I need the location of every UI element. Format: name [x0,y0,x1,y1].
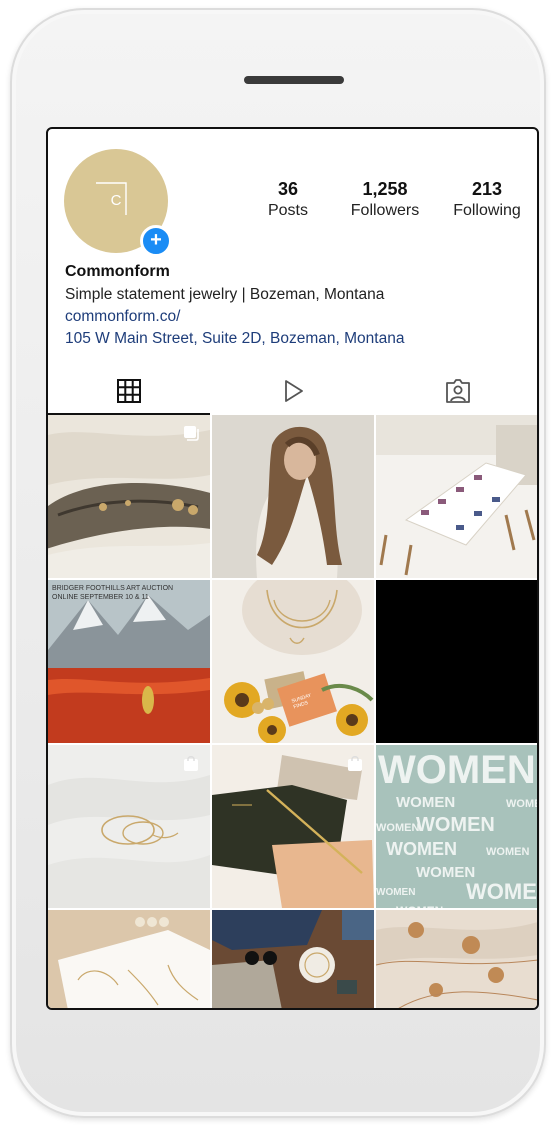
tab-posts-grid[interactable] [48,369,210,415]
women-row-text: WOMEN [466,879,538,904]
profile-username: Commonform [65,263,170,280]
post-tile-workshop-table[interactable] [376,415,537,578]
post-tile-art-auction-poster[interactable]: BRIDGER FOOTHILLS ART AUCTION ONLINE SEP… [48,580,210,743]
following-stat[interactable]: 213 Following [438,179,536,220]
following-count: 213 [471,179,503,199]
grid-icon [117,379,141,403]
posts-count: 36 [277,179,299,199]
women-row-text: WOMEN [376,887,415,898]
women-row-text: WOMEN [416,814,495,836]
women-row-text: WOMEN [376,822,419,834]
profile-bio-text: Simple statement jewelry | Bozeman, Mont… [65,286,385,303]
tab-reels[interactable] [212,369,374,415]
post-tile-women-typography[interactable]: WOMEN WOMENWOMENWOMENWOMENWOMENWOMENWOME… [376,745,538,908]
phone-frame: C + 36 Posts 1,258 Followers 213 Followi… [10,8,546,1118]
post-tile-gold-ring-earrings[interactable] [48,745,210,908]
shopping-bag-icon [184,756,198,771]
post-tile-woman-portrait[interactable] [212,415,374,578]
post-tile-gold-discs[interactable] [376,910,537,1008]
add-story-plus-button[interactable]: + [140,225,172,257]
profile-header: C + 36 Posts 1,258 Followers 213 Followi… [48,129,537,369]
women-row-text: WOMEN [486,846,529,858]
post-tile-black[interactable] [376,580,537,743]
women-row-text: WOMEN [396,904,443,908]
post-tile-jewelry-card[interactable] [48,910,210,1008]
followers-stat[interactable]: 1,258 Followers [330,179,440,220]
profile-address-link[interactable]: 105 W Main Street, Suite 2D, Bozeman, Mo… [65,330,525,348]
profile-stats: 36 Posts 1,258 Followers 213 Following [230,179,530,229]
shopping-bag-icon [348,756,362,771]
posts-label: Posts [267,202,308,219]
posts-stat[interactable]: 36 Posts [248,179,328,220]
reels-play-icon [285,380,303,402]
multiple-photos-icon [184,426,199,441]
women-row-text: WOMEN [396,794,455,811]
avatar-letter: C [111,192,122,209]
followers-count: 1,258 [362,179,408,199]
women-headline: WOMEN [378,748,536,792]
post-tile-necklace-on-fabric[interactable] [212,745,374,908]
following-label: Following [453,202,521,219]
phone-speaker [244,76,344,84]
profile-bio: Commonform Simple statement jewelry | Bo… [65,263,525,348]
tagged-person-icon [446,379,470,403]
tab-tagged[interactable] [376,369,537,415]
post-tile-flatlay-denim[interactable] [212,910,374,1008]
profile-tabs [48,369,537,415]
instagram-profile-screen: C + 36 Posts 1,258 Followers 213 Followi… [46,127,539,1010]
followers-label: Followers [350,202,420,219]
women-row-text: WOMEN [506,798,538,810]
post-tile-driftwood-earrings[interactable] [48,415,210,578]
women-row-text: WOMEN [386,839,457,859]
post-tile-necklace-sunflowers[interactable]: SUNDAYFINDS [212,580,374,743]
profile-website-link[interactable]: commonform.co/ [65,308,525,326]
